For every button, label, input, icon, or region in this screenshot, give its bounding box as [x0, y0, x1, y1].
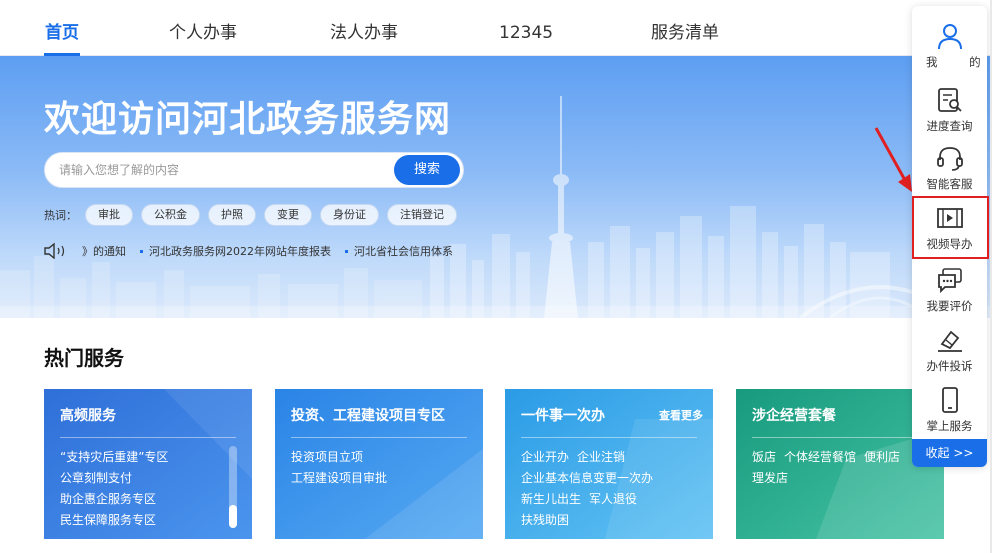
- page: 首页 个人办事 法人办事 12345 服务清单 欢迎访问河北政务服务网 请输入您…: [0, 0, 992, 553]
- notice-item[interactable]: 》的通知: [82, 243, 126, 259]
- service-link[interactable]: 民生保障服务专区: [60, 513, 156, 527]
- service-link[interactable]: 公章刻制支付: [60, 471, 132, 485]
- service-link[interactable]: “支持灾后重建”专区: [60, 450, 168, 464]
- card-links: 投资项目立项 工程建设项目审批: [291, 447, 395, 489]
- complaint-icon: [938, 330, 962, 352]
- notice-ticker: 》的通知 河北政务服务网2022年网站年度报表 河北省社会信用体系: [44, 242, 453, 260]
- service-link[interactable]: 扶残助困: [521, 513, 569, 527]
- chat-icon: [938, 268, 962, 294]
- user-icon: [938, 24, 962, 50]
- search-box: 搜索: [44, 152, 464, 188]
- service-card-one-thing: 一件事一次办 查看更多 企业开办 企业注销 企业基本信息变更一次办 新生儿出生 军人…: [505, 389, 713, 539]
- card-links: 企业开办 企业注销 企业基本信息变更一次办 新生儿出生 军人退役 扶残助困: [521, 447, 661, 531]
- sidebar-item-label: 掌上服务: [926, 419, 973, 433]
- sidebar-item-complaint[interactable]: 办件投诉: [912, 322, 987, 378]
- search-input[interactable]: [59, 153, 379, 187]
- sidebar-item-label: 视频导办: [926, 237, 973, 251]
- sidebar-item-mine[interactable]: 我 的: [912, 18, 987, 74]
- red-arrow-annotation: [874, 127, 912, 192]
- service-link[interactable]: 企业基本信息变更一次办: [521, 471, 653, 485]
- hot-tag[interactable]: 注销登记: [387, 204, 457, 226]
- hot-services-title: 热门服务: [44, 346, 124, 370]
- card-scrollbar-thumb[interactable]: [229, 505, 237, 528]
- hot-words: 热词： 审批 公积金 护照 变更 身份证 注销登记: [44, 204, 465, 226]
- search-button[interactable]: 搜索: [394, 155, 460, 185]
- hot-words-label: 热词：: [44, 209, 77, 222]
- sidebar-collapse-button[interactable]: 收起 >>: [912, 439, 987, 467]
- notice-item[interactable]: 河北省社会信用体系: [354, 243, 453, 259]
- notice-dot: [140, 249, 143, 253]
- sidebar-item-progress[interactable]: 进度查询: [912, 82, 987, 138]
- video-icon: [937, 208, 963, 228]
- sidebar-item-label: 办件投诉: [926, 359, 973, 373]
- card-divider: [752, 437, 928, 438]
- service-link[interactable]: 企业开办: [521, 450, 569, 464]
- card-title: 一件事一次办: [521, 408, 605, 424]
- notice-dot: [345, 249, 348, 253]
- top-nav: 首页 个人办事 法人办事 12345 服务清单: [0, 0, 992, 56]
- hot-tag[interactable]: 审批: [85, 204, 133, 226]
- service-link[interactable]: 理发店: [752, 471, 788, 485]
- card-divider: [521, 437, 697, 438]
- hot-tag[interactable]: 护照: [208, 204, 256, 226]
- card-links: 饭店 个体经营餐馆 便利店 理发店: [752, 447, 908, 489]
- sidebar-item-evaluate[interactable]: 我要评价: [912, 262, 987, 318]
- headset-icon: [937, 147, 963, 171]
- hot-tag[interactable]: 变更: [264, 204, 312, 226]
- mobile-icon: [942, 387, 958, 413]
- hero-banner: 欢迎访问河北政务服务网 搜索 热词： 审批 公积金 护照 变更 身份证 注销登记…: [0, 56, 992, 318]
- hot-tag[interactable]: 身份证: [320, 204, 379, 226]
- service-card-high-frequency: 高频服务 “支持灾后重建”专区 公章刻制支付 助企惠企服务专区 民生保障服务专区: [44, 389, 252, 539]
- sidebar-item-label: 我 的: [926, 55, 981, 69]
- service-link[interactable]: 企业注销: [577, 450, 625, 464]
- service-link[interactable]: 军人退役: [589, 492, 637, 506]
- sidebar-item-label: 我要评价: [926, 299, 973, 313]
- service-link[interactable]: 新生儿出生: [521, 492, 581, 506]
- floating-sidebar: 我 的 进度查询 智能客服: [912, 6, 987, 467]
- sidebar-item-label: 智能客服: [926, 177, 973, 191]
- service-link[interactable]: 工程建设项目审批: [291, 471, 387, 485]
- sidebar-item-video-guide[interactable]: 视频导办: [912, 200, 987, 256]
- tab-personal-affairs[interactable]: 个人办事: [169, 22, 237, 44]
- card-divider: [60, 437, 236, 438]
- card-title: 投资、工程建设项目专区: [291, 408, 445, 424]
- card-title: 涉企经营套餐: [752, 408, 836, 424]
- service-link[interactable]: 饭店: [752, 450, 776, 464]
- tab-12345[interactable]: 12345: [499, 22, 553, 44]
- tab-home[interactable]: 首页: [45, 22, 79, 44]
- notice-item[interactable]: 河北政务服务网2022年网站年度报表: [149, 243, 331, 259]
- card-links: “支持灾后重建”专区 公章刻制支付 助企惠企服务专区 民生保障服务专区: [60, 447, 176, 531]
- progress-search-icon: [938, 88, 962, 112]
- sidebar-item-customer-service[interactable]: 智能客服: [912, 140, 987, 196]
- service-link[interactable]: 助企惠企服务专区: [60, 492, 156, 506]
- hero-title: 欢迎访问河北政务服务网: [44, 99, 452, 140]
- service-link[interactable]: 便利店: [864, 450, 900, 464]
- service-link[interactable]: 投资项目立项: [291, 450, 363, 464]
- card-divider: [291, 437, 467, 438]
- card-more-link[interactable]: 查看更多: [659, 407, 703, 423]
- sidebar-item-label: 进度查询: [926, 119, 973, 133]
- service-card-investment: 投资、工程建设项目专区 投资项目立项 工程建设项目审批: [275, 389, 483, 539]
- sidebar-item-mobile-service[interactable]: 掌上服务: [912, 382, 987, 438]
- card-title: 高频服务: [60, 408, 116, 424]
- hot-tag[interactable]: 公积金: [141, 204, 200, 226]
- service-link[interactable]: 个体经营餐馆: [784, 450, 856, 464]
- speaker-icon: [44, 243, 65, 259]
- tab-legal-affairs[interactable]: 法人办事: [330, 22, 398, 44]
- tab-service-list[interactable]: 服务清单: [651, 22, 719, 44]
